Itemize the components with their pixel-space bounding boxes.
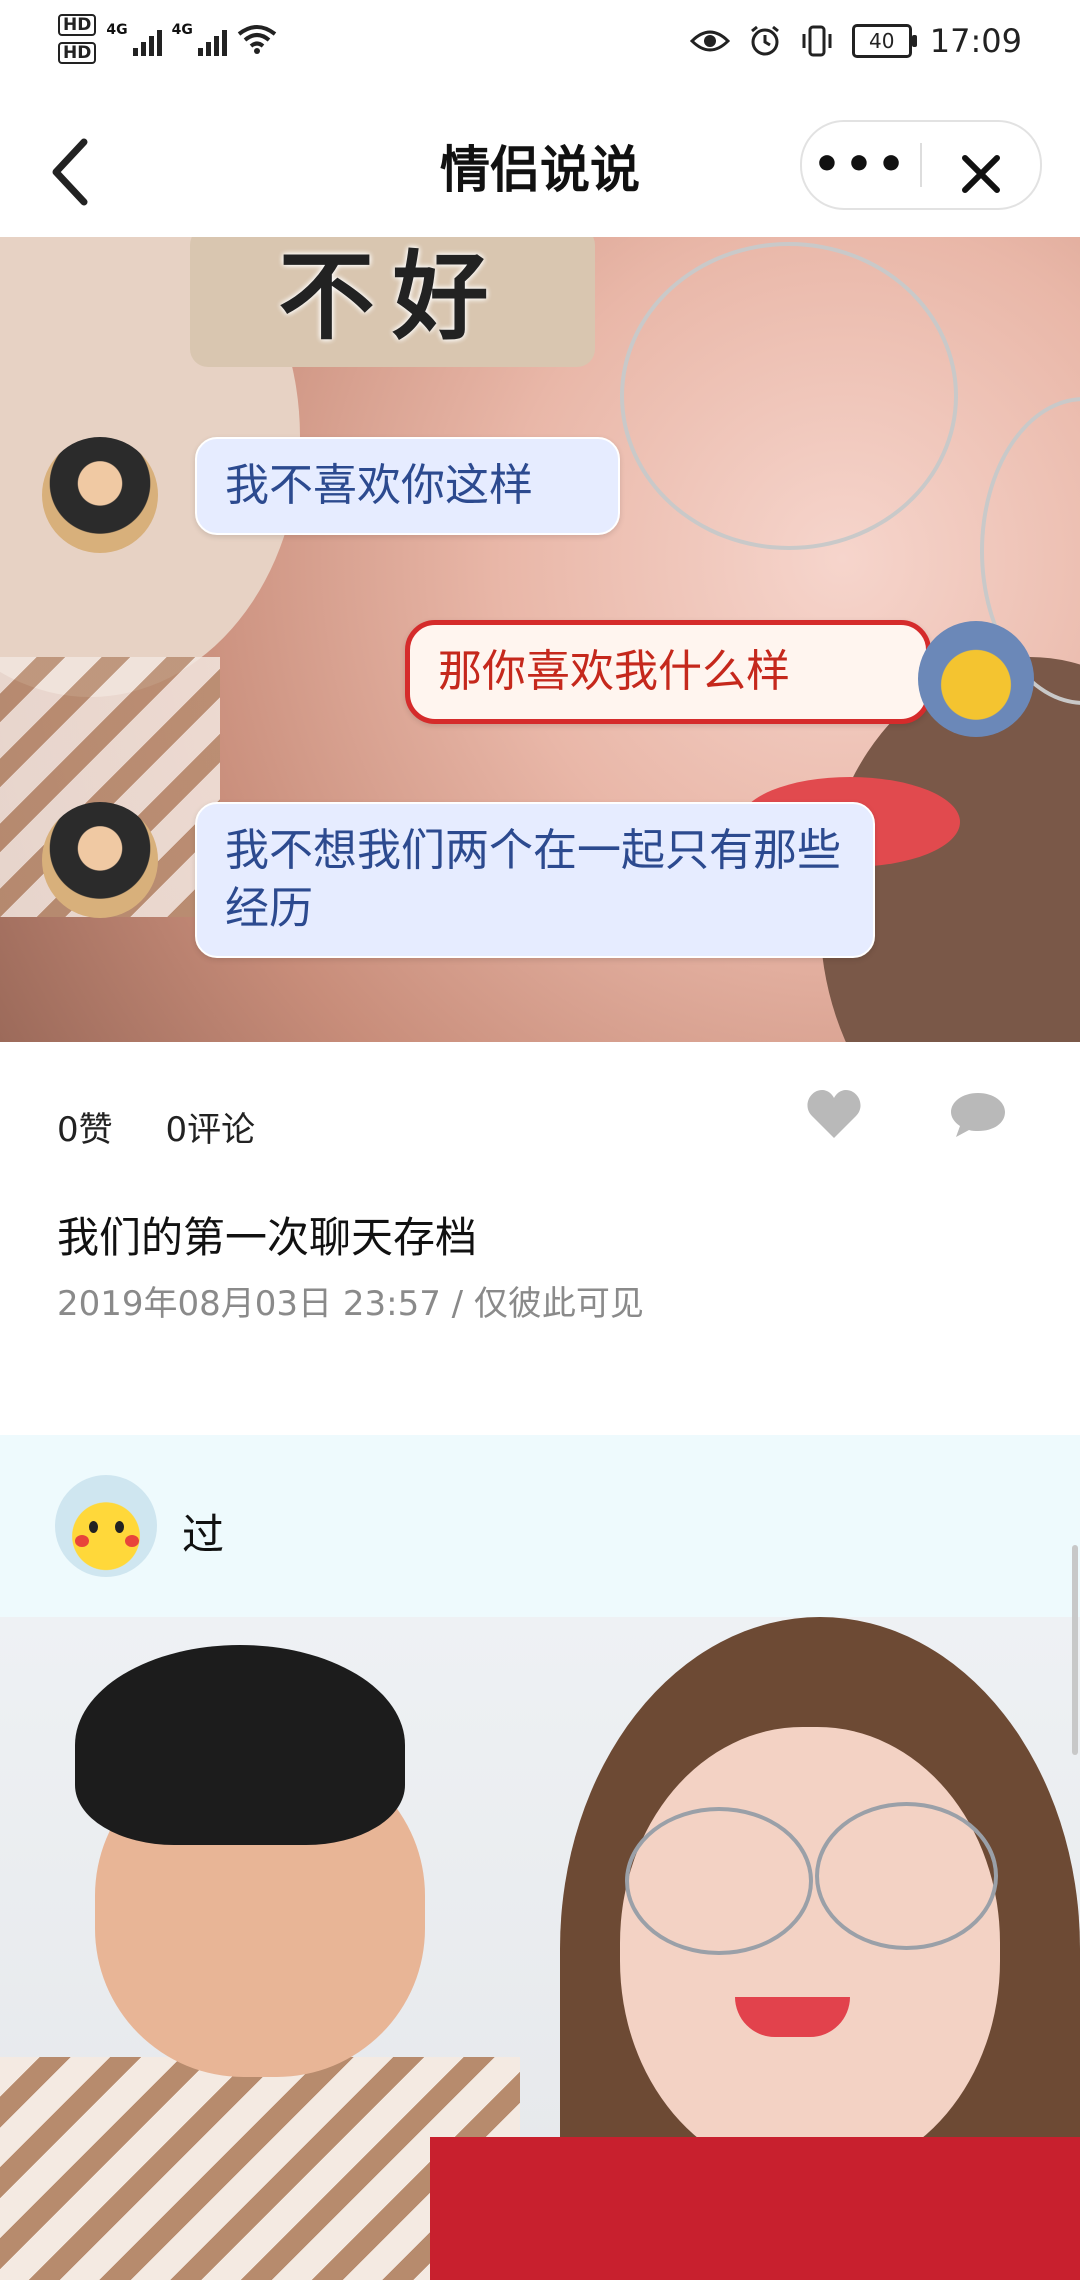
battery-icon: 40 xyxy=(851,24,917,58)
clock-time: 17:09 xyxy=(929,22,1022,60)
hd-badge-1: HD xyxy=(58,14,97,36)
eye-icon xyxy=(689,30,730,52)
alarm-icon xyxy=(750,25,779,56)
post-stats: 0赞 0评论 xyxy=(57,1102,297,1151)
photo-girl-glasses-right xyxy=(815,1802,998,1950)
post-header: 过 xyxy=(0,1435,1080,1617)
chat-bubble-right-1: 那你喜欢我什么样 xyxy=(405,620,931,724)
nav-bar: 情侣说说 ••• xyxy=(0,92,1080,237)
post-meta: 2019年08月03日 23:57 / 仅彼此可见 xyxy=(57,1284,644,1324)
comment-count: 0评论 xyxy=(165,1110,256,1150)
photo-girl-shirt xyxy=(430,2137,1080,2280)
chat-bubble-left-1: 我不喜欢你这样 xyxy=(195,437,620,535)
username[interactable]: 过 xyxy=(182,1501,224,1562)
chat-avatar-right-1 xyxy=(918,621,1034,737)
close-button[interactable] xyxy=(922,131,1040,200)
status-bar: HD HD 4G 4G 40 17:09 xyxy=(0,0,1080,92)
wifi-icon xyxy=(237,25,277,54)
more-button[interactable]: ••• xyxy=(802,122,920,208)
post-image-chat[interactable]: 不好 我不喜欢你这样 那你喜欢我什么样 我不想我们两个在一起只有那些经历 xyxy=(0,237,1080,1042)
status-left: HD HD 4G 4G xyxy=(58,14,277,64)
scrollbar[interactable] xyxy=(1072,1545,1078,1755)
close-icon xyxy=(962,154,1000,193)
photo-glasses-left xyxy=(620,242,958,550)
photo-boy-hair xyxy=(75,1645,405,1845)
like-count: 0赞 xyxy=(57,1110,113,1150)
post-title: 我们的第一次聊天存档 xyxy=(57,1213,478,1262)
chat-avatar-left-2 xyxy=(42,802,158,918)
status-right: 40 17:09 xyxy=(689,22,1022,60)
hd-badge-2: HD xyxy=(58,42,97,64)
photo-girl-glasses-left xyxy=(625,1807,813,1955)
mini-program-capsule: ••• xyxy=(800,120,1042,210)
signal-icon-2: 4G xyxy=(172,22,227,56)
comment-icon[interactable] xyxy=(948,1090,1008,1140)
chat-avatar-left-1 xyxy=(42,437,158,553)
avatar[interactable] xyxy=(55,1475,157,1577)
post-image-couple[interactable] xyxy=(0,1617,1080,2280)
sticker-image: 不好 xyxy=(190,237,595,367)
vibrate-icon xyxy=(802,25,832,57)
heart-icon[interactable] xyxy=(806,1088,862,1140)
photo-girl-face xyxy=(620,1727,1000,2177)
signal-icon-1: 4G xyxy=(106,22,162,56)
chat-bubble-left-2: 我不想我们两个在一起只有那些经历 xyxy=(195,802,875,958)
